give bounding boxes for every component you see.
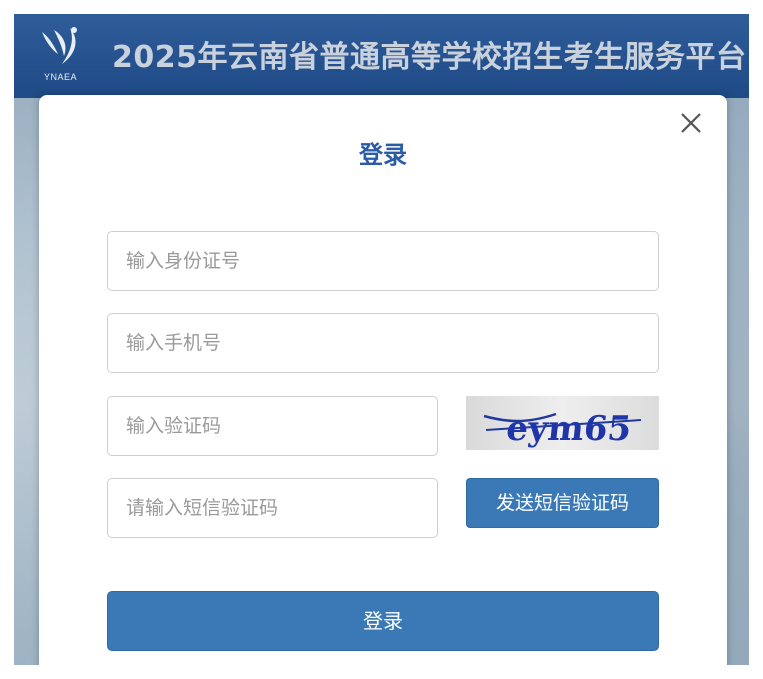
sms-code-input[interactable] [107, 478, 438, 538]
captcha-image[interactable]: eym65 [466, 396, 659, 450]
app-background: YNAEA 2025年云南省普通高等学校招生考生服务平台 登录 输入身份证号 输… [14, 14, 749, 665]
site-title: 2025年云南省普通高等学校招生考生服务平台 [112, 40, 747, 75]
login-dialog: 登录 eym65 发送短信验证码 登录 [39, 95, 727, 665]
id-number-input[interactable] [107, 231, 659, 291]
send-sms-code-button[interactable]: 发送短信验证码 [466, 478, 659, 528]
site-header: YNAEA 2025年云南省普通高等学校招生考生服务平台 [14, 14, 749, 98]
close-button[interactable] [678, 110, 704, 136]
login-button[interactable]: 登录 [107, 591, 659, 651]
captcha-text: eym65 [504, 409, 633, 449]
dialog-title: 登录 [359, 141, 407, 169]
captcha-input[interactable] [107, 396, 438, 456]
phone-input[interactable] [107, 313, 659, 373]
logo-text: YNAEA [44, 72, 78, 82]
close-icon [681, 113, 701, 133]
